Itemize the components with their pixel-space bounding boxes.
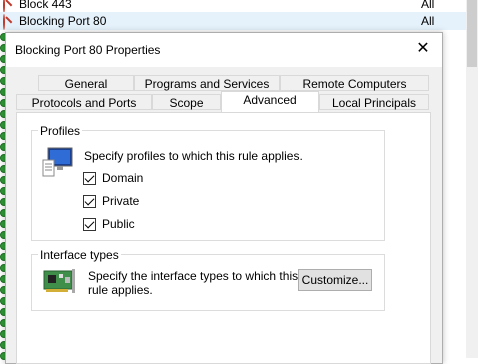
- private-checkbox-row[interactable]: Private: [83, 194, 139, 208]
- list-scrollbar[interactable]: [466, 0, 478, 358]
- interface-types-group-label: Interface types: [38, 248, 121, 262]
- tab-protocols-and-ports[interactable]: Protocols and Ports: [16, 94, 152, 110]
- public-checkbox[interactable]: [83, 217, 96, 231]
- dialog-titlebar: Blocking Port 80 Properties ✕: [6, 33, 442, 67]
- blocked-rule-icon: [3, 0, 16, 13]
- domain-checkbox[interactable]: [83, 171, 96, 185]
- blocked-rule-icon: [3, 13, 16, 30]
- network-card-icon: [42, 265, 76, 298]
- tab-local-principals[interactable]: Local Principals: [319, 94, 429, 110]
- rule-name: Blocking Port 80: [19, 14, 107, 28]
- domain-checkbox-label: Domain: [102, 171, 144, 185]
- tab-scope[interactable]: Scope: [152, 94, 221, 110]
- private-checkbox[interactable]: [83, 194, 96, 208]
- dialog-title: Blocking Port 80 Properties: [15, 43, 161, 57]
- customize-button[interactable]: Customize...: [298, 269, 372, 291]
- tab-general[interactable]: General: [38, 75, 134, 91]
- advanced-tab-pane: Profiles Specify profiles to which this …: [16, 112, 431, 364]
- properties-dialog: Blocking Port 80 Properties ✕ General Pr…: [5, 32, 443, 364]
- rule-profile: All: [421, 14, 435, 28]
- close-icon[interactable]: ✕: [414, 40, 432, 58]
- tab-remote-computers[interactable]: Remote Computers: [280, 75, 429, 91]
- public-checkbox-label: Public: [102, 217, 135, 231]
- public-checkbox-row[interactable]: Public: [83, 217, 135, 231]
- domain-checkbox-row[interactable]: Domain: [83, 171, 143, 185]
- scrollbar-thumb[interactable]: [467, 0, 477, 67]
- private-checkbox-label: Private: [102, 194, 140, 208]
- tab-advanced[interactable]: Advanced: [221, 91, 319, 112]
- rule-profile: All: [421, 0, 435, 11]
- rule-name: Block 443: [19, 0, 72, 11]
- profiles-description: Specify profiles to which this rule appl…: [84, 149, 303, 163]
- profiles-computer-icon: [42, 146, 74, 181]
- tab-programs-and-services[interactable]: Programs and Services: [134, 75, 280, 91]
- rule-row-blocking-port-80[interactable]: Blocking Port 80 All: [0, 12, 466, 30]
- interface-types-description-line1: Specify the interface types to which thi…: [88, 269, 299, 283]
- profiles-group-label: Profiles: [38, 124, 83, 138]
- interface-types-description-line2: rule applies.: [88, 283, 153, 297]
